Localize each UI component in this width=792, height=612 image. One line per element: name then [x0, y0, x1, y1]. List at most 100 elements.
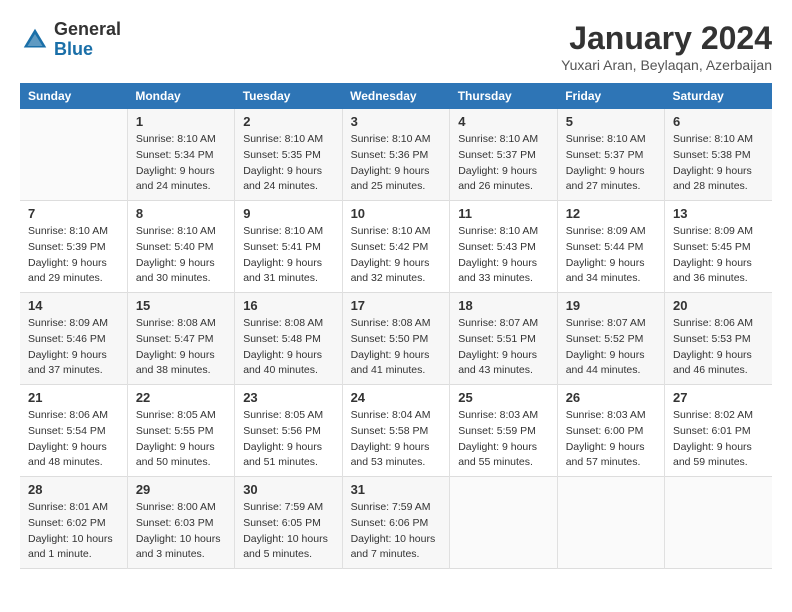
day-info: Sunrise: 8:10 AMSunset: 5:42 PMDaylight:… [351, 224, 442, 287]
day-info: Sunrise: 8:07 AMSunset: 5:52 PMDaylight:… [566, 316, 656, 379]
calendar-cell: 20 Sunrise: 8:06 AMSunset: 5:53 PMDayligh… [665, 293, 773, 385]
calendar-cell: 5Sunrise: 8:10 AMSunset: 5:37 PMDaylight… [557, 109, 664, 201]
day-number: 21 [28, 390, 119, 405]
day-number: 8 [136, 206, 226, 221]
calendar-cell: 26 Sunrise: 8:03 AMSunset: 6:00 PMDayligh… [557, 385, 664, 477]
day-info: Sunrise: 8:10 AMSunset: 5:37 PMDaylight:… [458, 132, 548, 195]
day-info: Sunrise: 8:05 AMSunset: 5:56 PMDaylight:… [243, 408, 333, 471]
calendar-header: Sunday Monday Tuesday Wednesday Thursday… [20, 83, 772, 109]
day-number: 2 [243, 114, 333, 129]
day-info: Sunrise: 8:00 AMSunset: 6:03 PMDaylight:… [136, 500, 226, 563]
col-friday: Friday [557, 83, 664, 109]
calendar-table: Sunday Monday Tuesday Wednesday Thursday… [20, 83, 772, 569]
logo-icon [20, 25, 50, 55]
day-info: Sunrise: 8:03 AMSunset: 5:59 PMDaylight:… [458, 408, 548, 471]
day-number: 5 [566, 114, 656, 129]
day-number: 16 [243, 298, 333, 313]
day-number: 31 [351, 482, 442, 497]
month-title: January 2024 [561, 20, 772, 57]
day-number: 28 [28, 482, 119, 497]
calendar-cell: 1Sunrise: 8:10 AMSunset: 5:34 PMDaylight… [127, 109, 234, 201]
day-number: 24 [351, 390, 442, 405]
day-info: Sunrise: 8:08 AMSunset: 5:47 PMDaylight:… [136, 316, 226, 379]
day-number: 29 [136, 482, 226, 497]
calendar-week-5: 28 Sunrise: 8:01 AMSunset: 6:02 PMDayligh… [20, 477, 772, 569]
day-number: 19 [566, 298, 656, 313]
day-info: Sunrise: 8:09 AMSunset: 5:46 PMDaylight:… [28, 316, 119, 379]
day-info: Sunrise: 8:09 AMSunset: 5:44 PMDaylight:… [566, 224, 656, 287]
calendar-cell [557, 477, 664, 569]
day-number: 6 [673, 114, 764, 129]
calendar-cell: 27Sunrise: 8:02 AMSunset: 6:01 PMDayligh… [665, 385, 773, 477]
day-info: Sunrise: 8:08 AMSunset: 5:50 PMDaylight:… [351, 316, 442, 379]
day-number: 12 [566, 206, 656, 221]
day-info: Sunrise: 8:08 AMSunset: 5:48 PMDaylight:… [243, 316, 333, 379]
calendar-cell [665, 477, 773, 569]
day-info: Sunrise: 8:10 AMSunset: 5:39 PMDaylight:… [28, 224, 119, 287]
calendar-week-1: 1Sunrise: 8:10 AMSunset: 5:34 PMDaylight… [20, 109, 772, 201]
day-info: Sunrise: 8:09 AMSunset: 5:45 PMDaylight:… [673, 224, 764, 287]
title-block: January 2024 Yuxari Aran, Beylaqan, Azer… [561, 20, 772, 73]
day-number: 30 [243, 482, 333, 497]
calendar-cell: 29 Sunrise: 8:00 AMSunset: 6:03 PMDayligh… [127, 477, 234, 569]
day-number: 18 [458, 298, 548, 313]
col-thursday: Thursday [450, 83, 557, 109]
calendar-cell: 24Sunrise: 8:04 AMSunset: 5:58 PMDayligh… [342, 385, 450, 477]
calendar-cell: 4Sunrise: 8:10 AMSunset: 5:37 PMDaylight… [450, 109, 557, 201]
calendar-cell: 21 Sunrise: 8:06 AMSunset: 5:54 PMDayligh… [20, 385, 127, 477]
calendar-cell: 14 Sunrise: 8:09 AMSunset: 5:46 PMDayligh… [20, 293, 127, 385]
day-info: Sunrise: 8:06 AMSunset: 5:53 PMDaylight:… [673, 316, 764, 379]
day-info: Sunrise: 7:59 AMSunset: 6:06 PMDaylight:… [351, 500, 442, 563]
calendar-cell [20, 109, 127, 201]
calendar-cell: 31 Sunrise: 7:59 AMSunset: 6:06 PMDayligh… [342, 477, 450, 569]
calendar-cell: 6Sunrise: 8:10 AMSunset: 5:38 PMDaylight… [665, 109, 773, 201]
day-info: Sunrise: 8:03 AMSunset: 6:00 PMDaylight:… [566, 408, 656, 471]
day-number: 22 [136, 390, 226, 405]
day-number: 1 [136, 114, 226, 129]
day-number: 15 [136, 298, 226, 313]
day-number: 7 [28, 206, 119, 221]
page-header: General Blue January 2024 Yuxari Aran, B… [20, 20, 772, 73]
calendar-cell: 2 Sunrise: 8:10 AMSunset: 5:35 PMDaylight… [235, 109, 342, 201]
day-info: Sunrise: 8:10 AMSunset: 5:40 PMDaylight:… [136, 224, 226, 287]
calendar-cell: 13 Sunrise: 8:09 AMSunset: 5:45 PMDayligh… [665, 201, 773, 293]
calendar-cell: 23Sunrise: 8:05 AMSunset: 5:56 PMDayligh… [235, 385, 342, 477]
calendar-cell: 18 Sunrise: 8:07 AMSunset: 5:51 PMDayligh… [450, 293, 557, 385]
day-number: 14 [28, 298, 119, 313]
day-number: 10 [351, 206, 442, 221]
calendar-cell: 15 Sunrise: 8:08 AMSunset: 5:47 PMDayligh… [127, 293, 234, 385]
day-number: 26 [566, 390, 656, 405]
calendar-cell: 8 Sunrise: 8:10 AMSunset: 5:40 PMDaylight… [127, 201, 234, 293]
header-row: Sunday Monday Tuesday Wednesday Thursday… [20, 83, 772, 109]
day-number: 20 [673, 298, 764, 313]
calendar-cell: 11Sunrise: 8:10 AMSunset: 5:43 PMDayligh… [450, 201, 557, 293]
day-info: Sunrise: 8:10 AMSunset: 5:35 PMDaylight:… [243, 132, 333, 195]
col-wednesday: Wednesday [342, 83, 450, 109]
calendar-cell: 9Sunrise: 8:10 AMSunset: 5:41 PMDaylight… [235, 201, 342, 293]
day-info: Sunrise: 8:06 AMSunset: 5:54 PMDaylight:… [28, 408, 119, 471]
calendar-cell: 25 Sunrise: 8:03 AMSunset: 5:59 PMDayligh… [450, 385, 557, 477]
logo: General Blue [20, 20, 121, 60]
col-sunday: Sunday [20, 83, 127, 109]
day-info: Sunrise: 8:07 AMSunset: 5:51 PMDaylight:… [458, 316, 548, 379]
calendar-cell: 19 Sunrise: 8:07 AMSunset: 5:52 PMDayligh… [557, 293, 664, 385]
calendar-week-3: 14 Sunrise: 8:09 AMSunset: 5:46 PMDayligh… [20, 293, 772, 385]
day-info: Sunrise: 8:10 AMSunset: 5:36 PMDaylight:… [351, 132, 442, 195]
day-number: 25 [458, 390, 548, 405]
calendar-body: 1Sunrise: 8:10 AMSunset: 5:34 PMDaylight… [20, 109, 772, 569]
col-saturday: Saturday [665, 83, 773, 109]
day-number: 9 [243, 206, 333, 221]
calendar-cell [450, 477, 557, 569]
calendar-cell: 10 Sunrise: 8:10 AMSunset: 5:42 PMDayligh… [342, 201, 450, 293]
day-info: Sunrise: 7:59 AMSunset: 6:05 PMDaylight:… [243, 500, 333, 563]
calendar-cell: 3Sunrise: 8:10 AMSunset: 5:36 PMDaylight… [342, 109, 450, 201]
day-number: 11 [458, 206, 548, 221]
col-monday: Monday [127, 83, 234, 109]
day-info: Sunrise: 8:01 AMSunset: 6:02 PMDaylight:… [28, 500, 119, 563]
day-number: 27 [673, 390, 764, 405]
calendar-week-4: 21 Sunrise: 8:06 AMSunset: 5:54 PMDayligh… [20, 385, 772, 477]
day-number: 13 [673, 206, 764, 221]
calendar-cell: 16 Sunrise: 8:08 AMSunset: 5:48 PMDayligh… [235, 293, 342, 385]
calendar-week-2: 7 Sunrise: 8:10 AMSunset: 5:39 PMDaylight… [20, 201, 772, 293]
col-tuesday: Tuesday [235, 83, 342, 109]
